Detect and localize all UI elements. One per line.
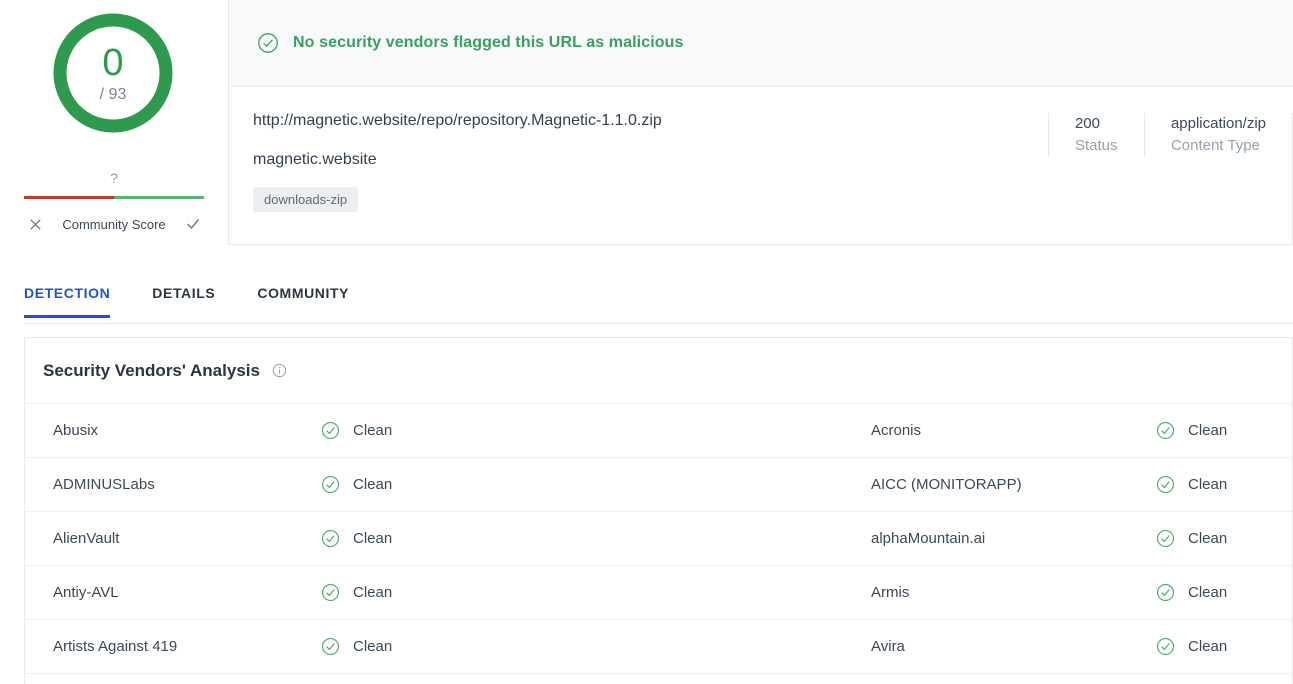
meta-content-type: application/zip Content Type [1143, 113, 1292, 157]
vendor-result-label: Clean [353, 638, 393, 655]
security-vendors-analysis-card: Security Vendors' Analysis Abusix Clean Ac… [24, 337, 1293, 684]
url-tag[interactable]: downloads-zip [253, 187, 359, 213]
vendor-result-label: Clean [1188, 530, 1228, 547]
detection-score-donut: 0 / 93 [48, 8, 178, 138]
table-row: Antiy-AVL Clean Armis Clean [25, 566, 1292, 620]
vendor-result: Clean [321, 458, 871, 511]
vendor-result-label: Clean [353, 422, 393, 439]
vendor-name: Artists Against 419 [53, 638, 178, 655]
community-score-label: Community Score [62, 216, 166, 232]
check-circle-icon [321, 637, 340, 656]
verdict-banner: No security vendors flagged this URL as … [229, 0, 1293, 87]
check-circle-icon [321, 529, 340, 548]
detection-count: 0 [102, 41, 124, 84]
meta-status: 200 Status [1047, 113, 1144, 157]
info-icon[interactable] [272, 363, 287, 378]
vendor-name: Acronis [871, 422, 922, 439]
url-summary-card: No security vendors flagged this URL as … [228, 0, 1293, 245]
vendor-result: Clean [1156, 566, 1292, 619]
vendor-name: Abusix [53, 422, 99, 439]
check-circle-icon [1156, 529, 1175, 548]
scanned-domain: magnetic.website [253, 151, 377, 169]
vendor-result-label: Clean [353, 530, 393, 547]
check-circle-icon [257, 32, 279, 54]
table-row: Artists Against 419 Clean Avira Clean [25, 620, 1292, 674]
vendor-result: Clean [1156, 458, 1292, 511]
community-score-row: Community Score [24, 210, 204, 238]
detection-total: / 93 [99, 85, 127, 103]
vendor-result-label: Clean [353, 476, 393, 493]
check-circle-icon [321, 421, 340, 440]
vendor-name: AICC (MONITORAPP) [871, 476, 1022, 493]
status-key: Status [1074, 136, 1118, 154]
vendor-name: Armis [871, 584, 910, 601]
community-score-bar-negative [24, 196, 114, 199]
vendor-result: Clean [321, 620, 871, 673]
verdict-message: No security vendors flagged this URL as … [293, 34, 684, 51]
community-score-bar-positive [114, 196, 204, 199]
table-row: Abusix Clean Acronis Clean [25, 404, 1292, 458]
check-circle-icon [321, 583, 340, 602]
check-circle-icon [1156, 637, 1175, 656]
vendor-result: Clean [1156, 404, 1292, 457]
vendor-result: Clean [1156, 512, 1292, 565]
status-value: 200 [1074, 115, 1100, 132]
thumbs-down-x-icon[interactable] [24, 213, 46, 235]
url-detail-section: http://magnetic.website/repo/repository.… [229, 87, 1293, 244]
tab-detection[interactable]: DETECTION [24, 276, 111, 318]
community-score-marker: ? [110, 170, 118, 186]
report-tabs: DETECTION DETAILS COMMUNITY [24, 276, 1293, 324]
vendor-name: Antiy-AVL [53, 584, 119, 601]
check-circle-icon [1156, 583, 1175, 602]
scanned-url: http://magnetic.website/repo/repository.… [253, 112, 662, 129]
check-circle-icon [1156, 475, 1175, 494]
vendor-result: Clean [321, 566, 871, 619]
analysis-title: Security Vendors' Analysis [43, 360, 260, 380]
content-type-key: Content Type [1170, 136, 1260, 154]
url-detail-left: http://magnetic.website/repo/repository.… [229, 111, 1048, 244]
table-row: AlienVault Clean alphaMountain.ai Clean [25, 512, 1292, 566]
vendor-name: ADMINUSLabs [53, 476, 155, 493]
check-circle-icon [321, 475, 340, 494]
vendor-result-label: Clean [1188, 584, 1228, 601]
vendor-result: Clean [321, 512, 871, 565]
vendor-name: Avira [871, 638, 905, 655]
tab-community[interactable]: COMMUNITY [257, 276, 349, 318]
vendor-results-table: Abusix Clean Acronis Clean ADMINUSLabs Clean A… [25, 404, 1292, 674]
content-type-value: application/zip [1170, 115, 1266, 132]
vendor-result: Clean [321, 404, 871, 457]
community-score-bar [24, 196, 204, 199]
vendor-result-label: Clean [1188, 638, 1228, 655]
vendor-result-label: Clean [353, 584, 393, 601]
check-circle-icon [1156, 421, 1175, 440]
url-meta-group: 200 Status application/zip Content Type [1047, 111, 1293, 244]
score-column: 0 / 93 ? Community Score [0, 0, 228, 250]
thumbs-up-check-icon[interactable] [182, 213, 204, 235]
virustotal-url-report: 0 / 93 ? Community Score No security ven… [0, 0, 1293, 684]
vendor-result-label: Clean [1188, 422, 1228, 439]
tab-details[interactable]: DETAILS [152, 276, 215, 318]
vendor-result-label: Clean [1188, 476, 1228, 493]
analysis-header: Security Vendors' Analysis [25, 338, 1292, 404]
vendor-result: Clean [1156, 620, 1292, 673]
vendor-name: alphaMountain.ai [871, 530, 986, 547]
table-row: ADMINUSLabs Clean AICC (MONITORAPP) Clean [25, 458, 1292, 512]
vendor-name: AlienVault [53, 530, 120, 547]
